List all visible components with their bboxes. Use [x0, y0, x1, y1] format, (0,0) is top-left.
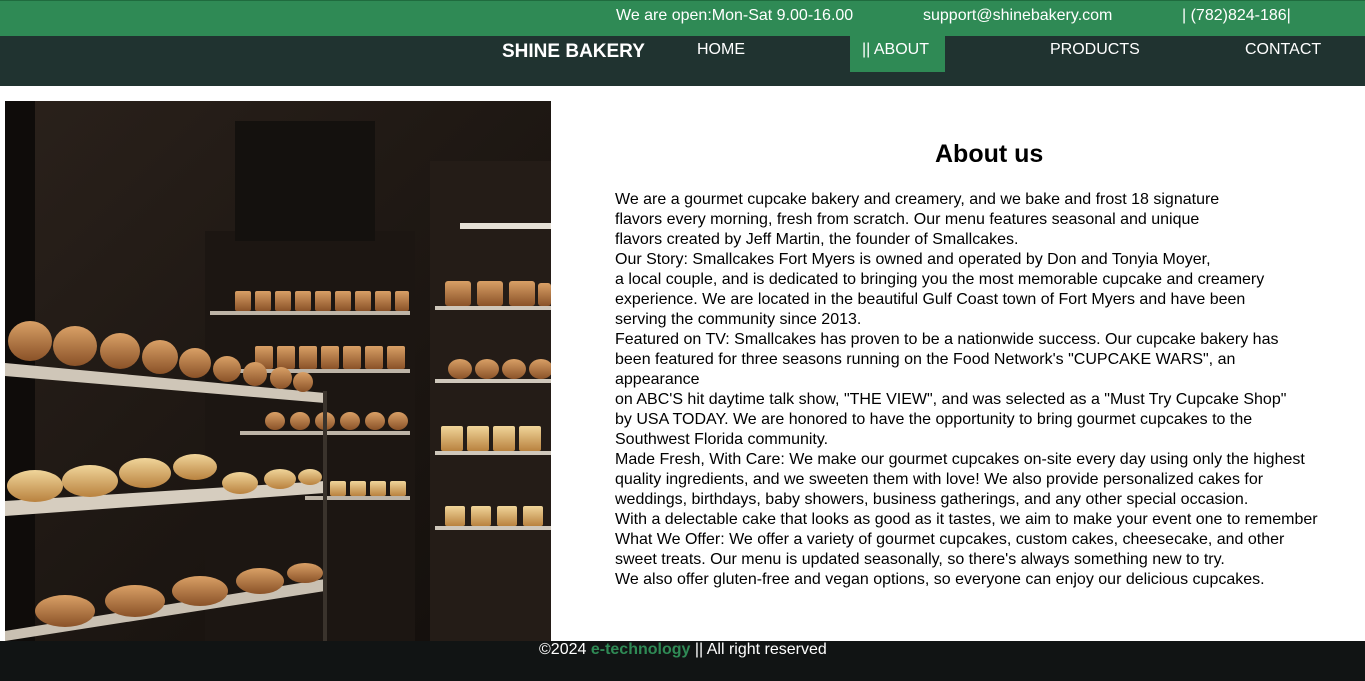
opening-hours: We are open:Mon-Sat 9.00-16.00: [616, 7, 854, 24]
about-line: on ABC'S hit daytime talk show, "THE VIE…: [615, 391, 1287, 408]
copyright-suffix: || All right reserved: [694, 641, 827, 658]
nav-products[interactable]: PRODUCTS: [1050, 41, 1140, 59]
about-line: flavors every morning, fresh from scratc…: [615, 211, 1200, 228]
about-line: Made Fresh, With Care: We make our gourm…: [615, 451, 1305, 468]
about-line: With a delectable cake that looks as goo…: [615, 511, 1318, 528]
bakery-shelves-image: [5, 101, 551, 641]
about-line: sweet treats. Our menu is updated season…: [615, 551, 1225, 568]
top-info-bar: We are open:Mon-Sat 9.00-16.00 support@s…: [0, 0, 1365, 36]
about-title: About us: [935, 140, 1044, 168]
about-line: We also offer gluten-free and vegan opti…: [615, 571, 1265, 588]
about-line: by USA TODAY. We are honored to have the…: [615, 411, 1253, 428]
about-line: Southwest Florida community.: [615, 431, 829, 448]
about-line: Our Story: Smallcakes Fort Myers is owne…: [615, 251, 1211, 268]
about-line: experience. We are located in the beauti…: [615, 291, 1246, 308]
site-footer: ©2024 e-technology || All right reserved: [0, 641, 1365, 681]
about-line: flavors created by Jeff Martin, the foun…: [615, 231, 1019, 248]
nav-home[interactable]: HOME: [697, 41, 745, 59]
footer-brand-link[interactable]: e-technology: [591, 641, 691, 658]
about-text: We are a gourmet cupcake bakery and crea…: [615, 190, 1365, 590]
about-line: appearance: [615, 371, 700, 388]
site-brand[interactable]: SHINE BAKERY: [502, 41, 645, 63]
phone-number[interactable]: | (782)824-186|: [1182, 7, 1291, 25]
about-line: been featured for three seasons running …: [615, 351, 1236, 368]
about-line: serving the community since 2013.: [615, 311, 862, 328]
copyright: ©2024 e-technology || All right reserved: [539, 641, 827, 659]
about-line: weddings, birthdays, baby showers, busin…: [615, 491, 1249, 508]
about-line: We are a gourmet cupcake bakery and crea…: [615, 191, 1220, 208]
about-line: a local couple, and is dedicated to brin…: [615, 271, 1265, 288]
about-line: What We Offer: We offer a variety of gou…: [615, 531, 1285, 548]
nav-about[interactable]: || ABOUT: [850, 36, 945, 72]
about-line: quality ingredients, and we sweeten them…: [615, 471, 1264, 488]
bakery-shelves-illustration: [5, 101, 551, 641]
support-email[interactable]: support@shinebakery.com: [923, 7, 1112, 25]
main-navbar: SHINE BAKERY HOME || ABOUT PRODUCTS CONT…: [0, 36, 1365, 86]
copyright-year: ©2024: [539, 641, 587, 658]
about-line: Featured on TV: Smallcakes has proven to…: [615, 331, 1279, 348]
nav-contact[interactable]: CONTACT: [1245, 41, 1321, 59]
